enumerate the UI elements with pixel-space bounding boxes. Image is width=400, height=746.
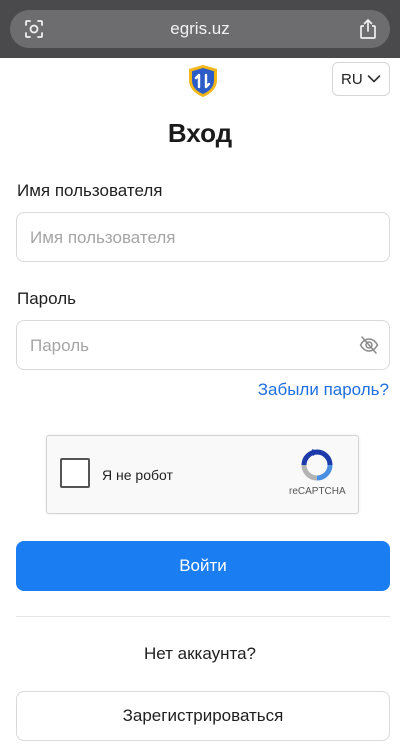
username-label: Имя пользователя <box>17 181 163 200</box>
password-label: Пароль <box>17 289 76 308</box>
password-input[interactable]: Пароль <box>16 320 390 370</box>
language-value: RU <box>341 71 363 88</box>
recaptcha-label: Я не робот <box>102 467 173 483</box>
recaptcha-widget: Я не робот reCAPTCHA <box>46 435 359 514</box>
divider <box>16 616 390 617</box>
login-button[interactable]: Войти <box>16 541 390 591</box>
chevron-down-icon <box>367 75 381 83</box>
username-input[interactable]: Имя пользователя <box>16 212 390 262</box>
username-placeholder: Имя пользователя <box>30 228 176 247</box>
no-account-text: Нет аккаунта? <box>143 644 257 663</box>
url-text[interactable]: egris.uz <box>10 19 390 39</box>
recaptcha-brand: reCAPTCHA <box>289 486 346 497</box>
address-bar[interactable]: egris.uz <box>10 10 390 48</box>
language-select[interactable]: RU <box>332 62 390 96</box>
shield-logo-icon <box>189 65 217 97</box>
recaptcha-checkbox[interactable] <box>60 458 90 488</box>
share-icon[interactable] <box>358 18 378 40</box>
password-placeholder: Пароль <box>30 336 89 355</box>
page-title: Вход <box>167 118 233 148</box>
register-button[interactable]: Зарегистрироваться <box>16 691 390 741</box>
forgot-password-link[interactable]: Забыли пароль? <box>258 380 389 400</box>
eye-off-icon[interactable] <box>359 335 379 355</box>
browser-toolbar: egris.uz <box>0 0 400 58</box>
recaptcha-logo-icon <box>301 449 333 481</box>
